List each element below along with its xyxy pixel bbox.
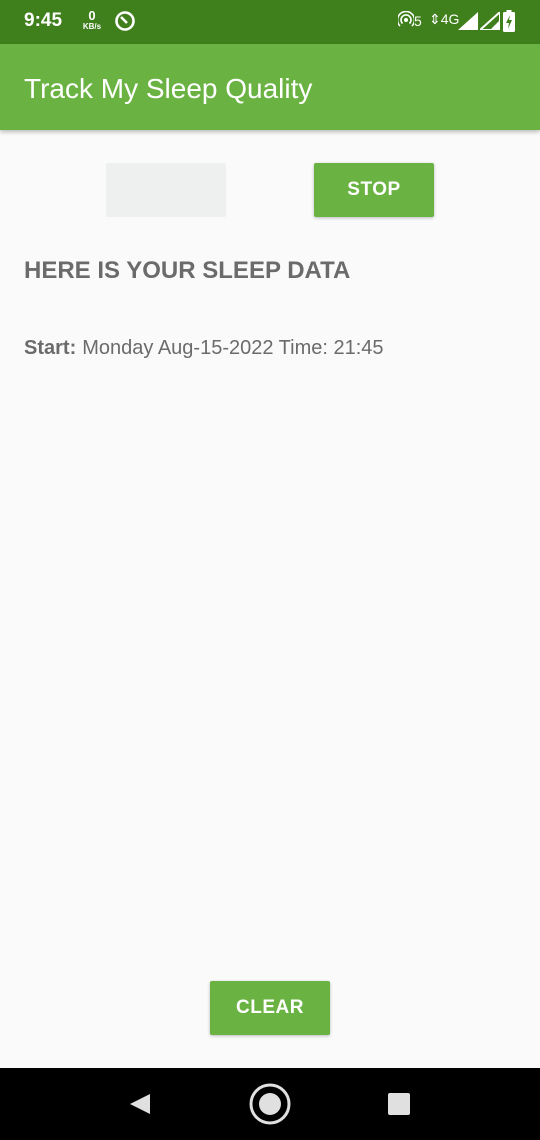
battery-charging-icon — [503, 10, 515, 37]
hotspot-icon — [396, 10, 416, 34]
data-speed-value: 0 — [88, 8, 96, 23]
app-bar: Track My Sleep Quality — [0, 44, 540, 130]
network-type: ⇕4G — [429, 11, 460, 27]
back-icon[interactable] — [128, 1092, 152, 1121]
data-speed-unit: KB/s — [82, 22, 102, 31]
navigation-bar — [0, 1068, 540, 1140]
sleep-start-row: Start: Monday Aug-15-2022 Time: 21:45 — [24, 335, 384, 361]
stop-button[interactable]: STOP — [314, 163, 434, 217]
start-button[interactable] — [106, 163, 226, 217]
status-time: 9:45 — [24, 10, 63, 31]
signal-icon — [477, 9, 501, 35]
signal-icon — [458, 12, 478, 35]
start-label: Start: — [24, 337, 77, 359]
sleep-data-heading: HERE IS YOUR SLEEP DATA — [24, 257, 351, 284]
network-type-label: 4G — [440, 11, 460, 27]
home-icon[interactable] — [248, 1082, 292, 1131]
status-bar: 9:45 0 KB/s 5 ⇕4G — [0, 0, 540, 44]
clear-button[interactable]: CLEAR — [210, 981, 330, 1035]
start-value: Monday Aug-15-2022 Time: 21:45 — [82, 337, 384, 359]
app-notification-icon — [114, 10, 136, 37]
hotspot-count: 5 — [414, 13, 422, 29]
data-speed-indicator: 0 KB/s — [80, 9, 104, 31]
recents-icon[interactable] — [387, 1092, 411, 1121]
app-title: Track My Sleep Quality — [24, 73, 313, 104]
